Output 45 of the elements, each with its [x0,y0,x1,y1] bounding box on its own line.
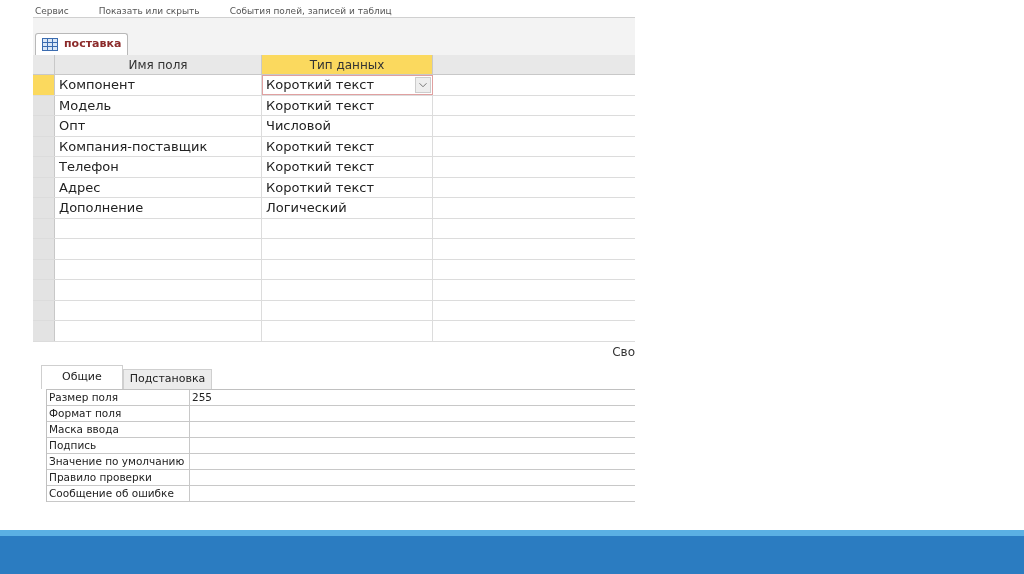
row-selector[interactable] [33,198,55,218]
ribbon-group-label: События полей, записей и таблиц [229,5,392,17]
property-name: Значение по умолчанию [47,453,190,469]
ribbon-group-label: Показать или скрыть [98,5,200,17]
row-selector[interactable] [33,157,55,177]
table-cell: Опт [55,116,262,136]
table-cell: Адрес [55,177,262,197]
row-selector[interactable] [33,75,55,95]
data-type-dropdown[interactable]: Короткий текст [262,75,433,95]
row-selector[interactable] [33,259,55,279]
table-cell: Модель [55,95,262,115]
row-selector[interactable] [33,95,55,115]
caret-icon [415,76,431,93]
property-name: Маска ввода [47,421,190,437]
row-selector[interactable] [33,116,55,136]
document-tab-title: поставка [64,36,122,53]
property-name: Формат поля [47,405,190,421]
row-selector[interactable] [33,218,55,238]
table-cell: Логический [262,198,433,218]
property-name: Сообщение об ошибке [47,485,190,501]
property-name: Размер поля [47,389,190,405]
table-cell: Компания-поставщик [55,136,262,156]
row-selector[interactable] [33,321,55,341]
table-cell: Дополнение [55,198,262,218]
property-tab[interactable]: Подстановка [122,368,213,389]
ribbon-group-label: Сервис [35,5,69,17]
property-name: Подпись [47,437,190,453]
document-tab[interactable]: поставка [35,33,129,55]
row-selector[interactable] [33,300,55,320]
property-name: Правило проверки [47,469,190,485]
property-tab[interactable]: Общие [41,364,123,389]
row-selector[interactable] [33,239,55,259]
table-cell: Короткий текст [262,136,433,156]
column-header[interactable]: Тип данных [262,55,433,74]
properties-label: Сво [612,343,635,361]
table-cell: Короткий текст [262,157,433,177]
table-cell: Телефон [55,157,262,177]
row-selector[interactable] [33,136,55,156]
table-cell: Короткий текст [262,95,433,115]
table-cell: Короткий текст [262,177,433,197]
table-cell: Числовой [262,116,433,136]
table-icon [42,38,58,51]
row-selector[interactable] [33,177,55,197]
property-value: 255 [192,390,213,403]
row-selector[interactable] [33,280,55,300]
